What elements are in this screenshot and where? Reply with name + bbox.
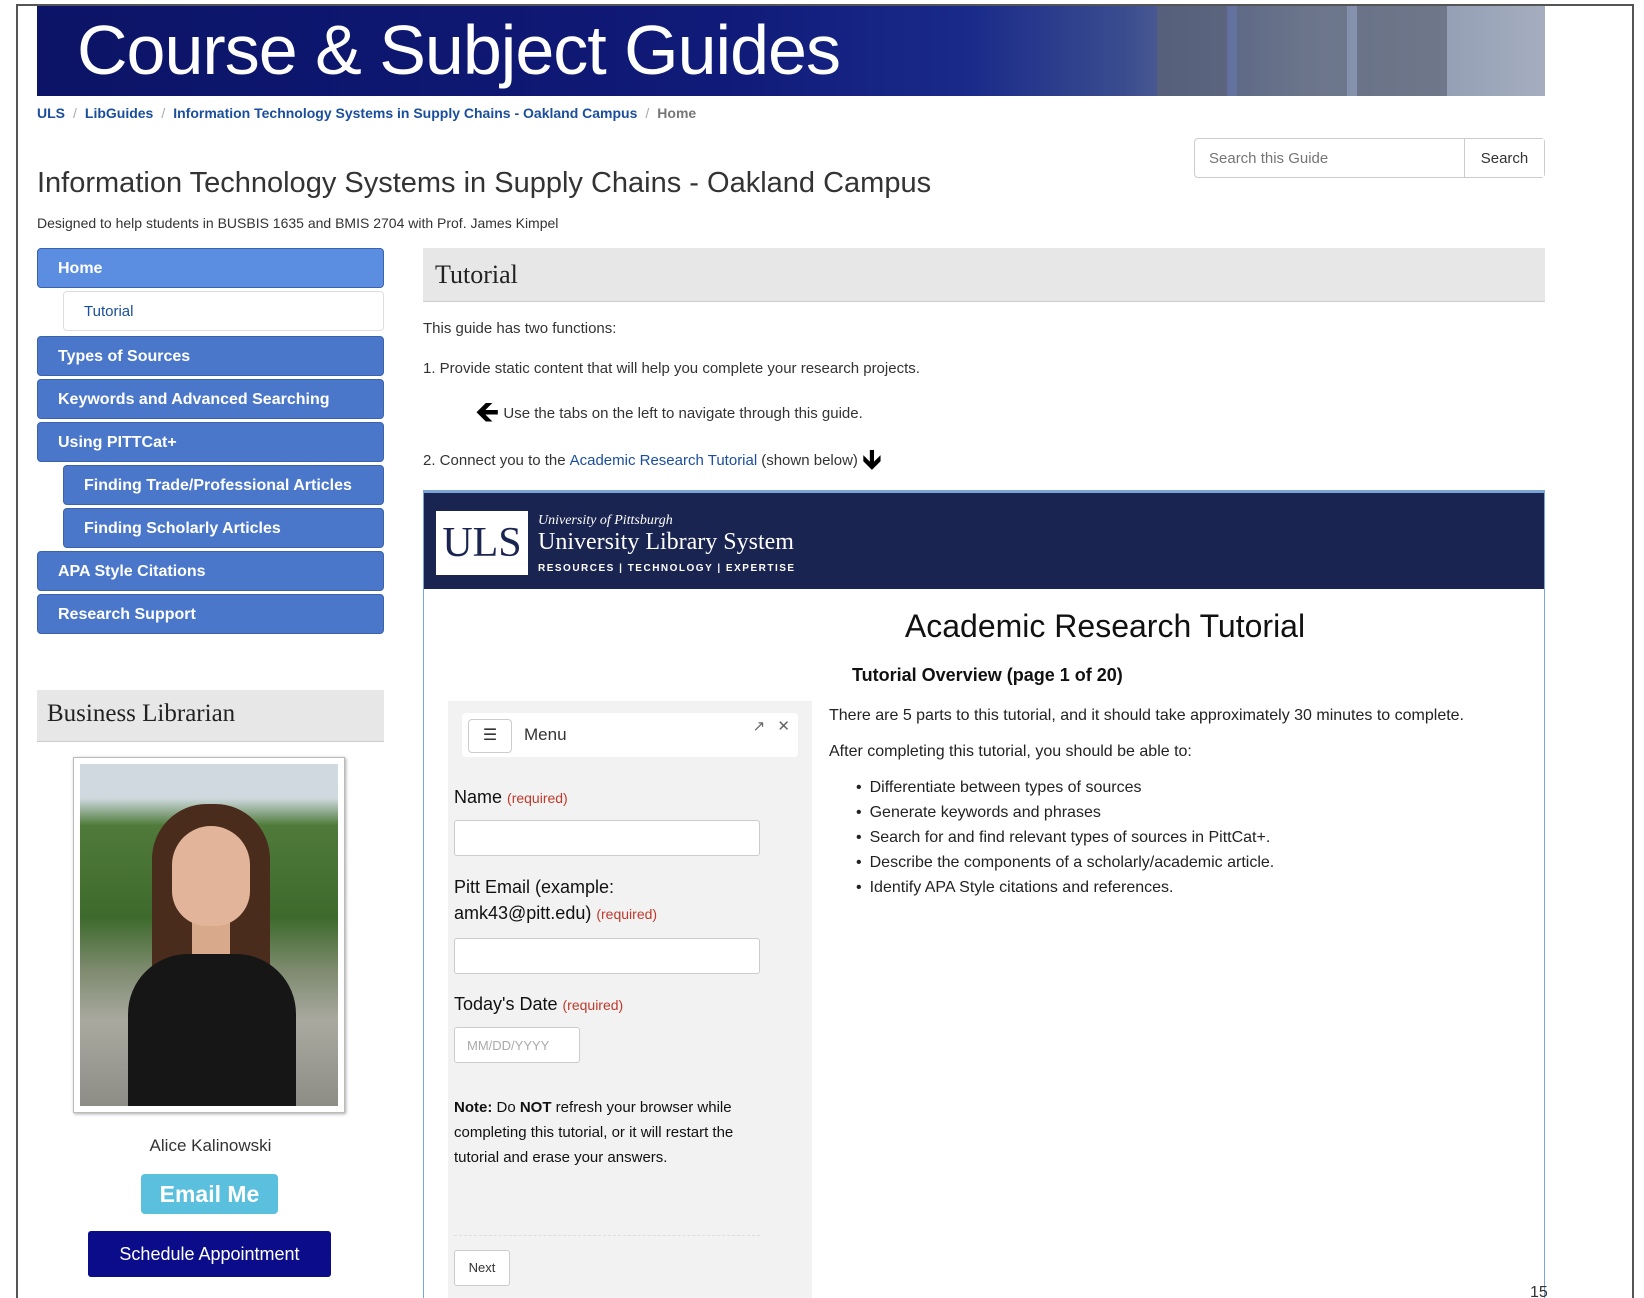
schedule-appointment-button[interactable]: Schedule Appointment <box>88 1231 331 1277</box>
navigate-hint: 🡸 Use the tabs on the left to navigate t… <box>475 398 863 428</box>
list-item: Search for and find relevant types of so… <box>856 825 1274 850</box>
guide-description: Designed to help students in BUSBIS 1635… <box>37 215 559 231</box>
required-marker: (required) <box>562 997 624 1013</box>
uls-tagline: RESOURCES | TECHNOLOGY | EXPERTISE <box>538 563 796 574</box>
banner-title: Course & Subject Guides <box>77 11 841 89</box>
breadcrumb-separator: / <box>161 105 166 121</box>
breadcrumb-guide[interactable]: Information Technology Systems in Supply… <box>173 105 637 121</box>
date-label: Today's Date (required) <box>454 994 624 1014</box>
slide-number: 15 <box>1530 1284 1548 1298</box>
academic-research-tutorial-link[interactable]: Academic Research Tutorial <box>570 452 758 469</box>
breadcrumb-uls[interactable]: ULS <box>37 105 65 121</box>
function-two-suffix: (shown below) <box>761 451 858 469</box>
guide-search: Search <box>1194 138 1545 178</box>
function-two-prefix: 2. Connect you to the <box>423 451 566 469</box>
navigate-hint-text: Use the tabs on the left to navigate thr… <box>503 404 863 422</box>
librarian-heading: Business Librarian <box>37 690 384 742</box>
tutorial-intro: There are 5 parts to this tutorial, and … <box>829 707 1464 724</box>
email-me-button[interactable]: Email Me <box>141 1174 278 1214</box>
breadcrumb: ULS / LibGuides / Information Technology Sys… <box>37 105 696 121</box>
function-one-text: 1. Provide static content that will help… <box>423 360 920 377</box>
search-button[interactable]: Search <box>1464 139 1544 177</box>
librarian-photo <box>73 757 345 1113</box>
nav-item-tutorial[interactable]: Tutorial <box>63 291 384 331</box>
required-marker: (required) <box>507 790 568 806</box>
breadcrumb-separator: / <box>645 105 650 121</box>
side-nav: Home Tutorial Types of Sources Keywords … <box>37 248 384 637</box>
nav-item-trade-articles[interactable]: Finding Trade/Professional Articles <box>63 465 384 505</box>
nav-item-apa-citations[interactable]: APA Style Citations <box>37 551 384 591</box>
refresh-note: Note: Do NOT refresh your browser while … <box>454 1099 734 1166</box>
email-label-line2: amk43@pitt.edu) (required) <box>454 903 658 923</box>
banner-building-image <box>1157 6 1227 96</box>
nav-item-scholarly-articles[interactable]: Finding Scholarly Articles <box>63 508 384 548</box>
arrow-left-icon: 🡸 <box>475 396 500 429</box>
menu-label: Menu <box>524 725 567 744</box>
name-input[interactable] <box>454 820 760 856</box>
librarian-name: Alice Kalinowski <box>149 1136 272 1155</box>
tutorial-goals-intro: After completing this tutorial, you shou… <box>829 743 1192 760</box>
uls-logo: ULS <box>436 511 528 575</box>
required-marker: (required) <box>596 906 658 922</box>
banner: Course & Subject Guides <box>37 6 1545 96</box>
date-input[interactable]: MM/DD/YYYY <box>454 1027 580 1063</box>
close-icon[interactable]: ✕ <box>777 718 790 735</box>
tutorial-embed: ULS University of Pittsburgh University … <box>423 490 1545 1298</box>
list-item: Generate keywords and phrases <box>856 800 1274 825</box>
uls-name: University Library System <box>538 529 794 555</box>
name-label: Name (required) <box>454 787 568 807</box>
intro-text: This guide has two functions: <box>423 320 617 337</box>
nav-item-pittcat[interactable]: Using PITTCat+ <box>37 422 384 462</box>
banner-building-image <box>1237 6 1347 96</box>
email-input[interactable] <box>454 938 760 974</box>
breadcrumb-separator: / <box>73 105 77 121</box>
email-label-line1: Pitt Email (example: <box>454 877 615 897</box>
menu-bar: ☰ Menu ↗ ✕ <box>462 713 798 757</box>
list-item: Differentiate between types of sources <box>856 775 1274 800</box>
tutorial-subtitle: Tutorial Overview (page 1 of 20) <box>852 665 1123 685</box>
breadcrumb-current: Home <box>657 105 697 121</box>
nav-item-home[interactable]: Home <box>37 248 384 288</box>
external-link-icon[interactable]: ↗ <box>753 718 766 735</box>
list-item: Describe the components of a scholarly/a… <box>856 850 1275 875</box>
list-item: Identify APA Style citations and referen… <box>856 875 1274 900</box>
nav-item-types-of-sources[interactable]: Types of Sources <box>37 336 384 376</box>
function-two-text: 2. Connect you to the Academic Research … <box>423 446 882 474</box>
arrow-down-icon: 🡻 <box>861 444 883 475</box>
nav-item-keywords[interactable]: Keywords and Advanced Searching <box>37 379 384 419</box>
divider <box>454 1235 760 1236</box>
menu-hamburger-icon[interactable]: ☰ <box>468 719 512 753</box>
uls-university: University of Pittsburgh <box>538 513 673 528</box>
banner-building-image <box>1357 6 1447 96</box>
uls-header: ULS University of Pittsburgh University … <box>424 493 1544 589</box>
tutorial-goals-list: Differentiate between types of sources G… <box>856 775 1275 900</box>
tutorial-box-heading: Tutorial <box>423 248 1545 302</box>
breadcrumb-libguides[interactable]: LibGuides <box>85 105 153 121</box>
next-button[interactable]: Next <box>454 1250 510 1286</box>
tutorial-title: Academic Research Tutorial <box>904 608 1306 644</box>
nav-item-research-support[interactable]: Research Support <box>37 594 384 634</box>
page-title: Information Technology Systems in Supply… <box>37 167 932 199</box>
search-input[interactable] <box>1195 139 1464 177</box>
